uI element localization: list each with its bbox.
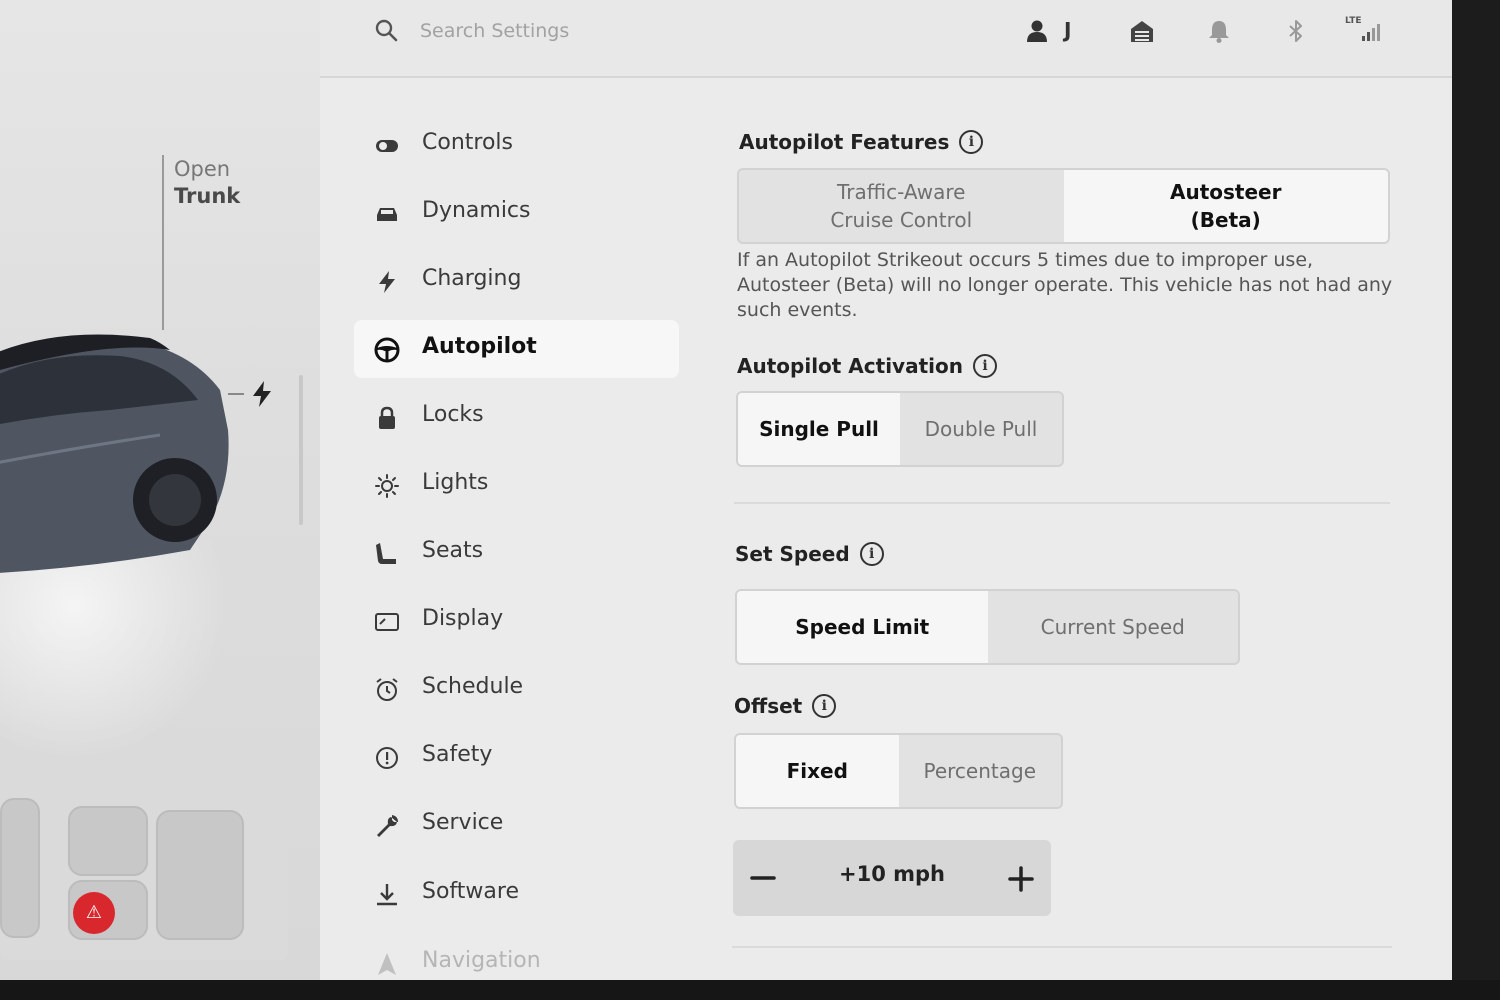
steering-wheel-icon — [374, 337, 400, 363]
autopilot-activation-title: Autopilot Activation — [737, 354, 963, 378]
info-icon[interactable]: i — [859, 541, 884, 566]
seat-second-row-left-back — [68, 806, 148, 876]
option-autosteer-beta[interactable]: Autosteer (Beta) — [1063, 170, 1388, 242]
offset-value: +10 mph — [839, 862, 945, 886]
search-icon[interactable] — [374, 18, 398, 42]
top-bar: J LTE — [320, 0, 1452, 78]
option-current-speed[interactable]: Current Speed — [988, 591, 1239, 663]
nav-item-dynamics[interactable]: Dynamics — [354, 184, 679, 242]
option-single-pull[interactable]: Single Pull — [738, 393, 900, 465]
bolt-icon — [379, 271, 395, 293]
set-speed-title: Set Speed — [735, 542, 850, 566]
nav-label-seats: Seats — [422, 538, 484, 563]
seat-second-row-right — [156, 810, 244, 940]
download-icon — [377, 884, 397, 906]
nav-label-software: Software — [422, 879, 519, 904]
offset-title: Offset — [734, 694, 803, 718]
nav-item-locks[interactable]: Locks — [354, 388, 679, 446]
set-speed-selector: Speed Limit Current Speed — [735, 589, 1240, 665]
nav-item-charging[interactable]: Charging — [354, 252, 679, 310]
option-speed-limit[interactable]: Speed Limit — [737, 591, 988, 663]
trunk-label-line1: Open — [174, 157, 231, 181]
profile-initial[interactable]: J — [1064, 18, 1071, 42]
nav-item-lights[interactable]: Lights — [354, 456, 679, 514]
section-divider — [734, 502, 1390, 504]
offset-heading: Offset i — [734, 693, 837, 720]
nav-item-safety[interactable]: Safety — [354, 728, 679, 786]
autopilot-features-title: Autopilot Features — [739, 130, 950, 154]
seat-icon — [376, 543, 396, 564]
nav-label-lights: Lights — [422, 470, 489, 495]
nav-item-service[interactable]: Service — [354, 796, 679, 854]
screen-bezel-right — [1452, 0, 1500, 1000]
offset-stepper: +10 mph — [733, 840, 1051, 916]
option-traffic-aware-cruise-control[interactable]: Traffic-Aware Cruise Control — [739, 170, 1064, 242]
info-icon[interactable]: i — [959, 129, 984, 154]
minus-icon — [750, 876, 776, 880]
autopilot-activation-heading: Autopilot Activation i — [737, 353, 997, 380]
signal-icon — [1362, 24, 1380, 41]
car-view-panel: Open Trunk ⚠ — [0, 0, 320, 980]
screen-bezel-bottom — [0, 980, 1500, 1000]
garage-icon[interactable] — [1129, 18, 1155, 44]
info-icon[interactable]: i — [812, 693, 837, 718]
car-panel-scrollbar[interactable] — [299, 375, 303, 525]
nav-label-schedule: Schedule — [422, 674, 524, 699]
settings-panel: J LTE — [320, 0, 1452, 980]
open-trunk-button[interactable]: Open Trunk — [174, 156, 240, 210]
person-icon[interactable] — [1024, 18, 1050, 44]
seat-map — [0, 780, 288, 960]
decrease-offset-button[interactable] — [739, 854, 787, 902]
nav-item-display[interactable]: Display — [354, 592, 679, 650]
bluetooth-icon[interactable] — [1283, 18, 1309, 44]
nav-label-safety: Safety — [422, 742, 493, 767]
charge-port-indicator-line — [228, 393, 244, 395]
autopilot-activation-selector: Single Pull Double Pull — [736, 391, 1064, 467]
strikeout-description: If an Autopilot Strikeout occurs 5 times… — [737, 249, 1393, 321]
display-icon — [375, 613, 399, 631]
car-icon — [377, 208, 397, 221]
nav-item-navigation[interactable]: Navigation — [354, 934, 679, 980]
nav-label-controls: Controls — [422, 130, 513, 155]
charge-port-bolt-icon[interactable] — [250, 380, 274, 408]
autopilot-features-heading: Autopilot Features i — [739, 129, 984, 156]
alarm-icon — [376, 678, 398, 701]
trunk-indicator-line — [162, 155, 164, 330]
info-icon[interactable]: i — [973, 353, 997, 378]
seat-front-left — [0, 798, 40, 938]
nav-label-autopilot: Autopilot — [422, 334, 537, 359]
option-percentage[interactable]: Percentage — [899, 735, 1062, 807]
seatbelt-warning-icon: ⚠ — [73, 892, 115, 934]
wrench-icon — [377, 815, 398, 837]
increase-offset-button[interactable] — [997, 854, 1045, 902]
bell-icon[interactable] — [1206, 18, 1232, 44]
nav-label-charging: Charging — [422, 266, 522, 291]
nav-label-locks: Locks — [422, 402, 484, 427]
nav-item-controls[interactable]: Controls — [354, 116, 679, 174]
set-speed-heading: Set Speed i — [735, 541, 884, 568]
nav-item-autopilot[interactable]: Autopilot — [354, 320, 679, 378]
nav-label-navigation: Navigation — [422, 948, 541, 973]
autopilot-features-selector: Traffic-Aware Cruise Control Autosteer (… — [737, 168, 1390, 244]
nav-label-dynamics: Dynamics — [422, 198, 531, 223]
lock-icon — [379, 406, 395, 429]
nav-item-schedule[interactable]: Schedule — [354, 660, 679, 718]
nav-item-seats[interactable]: Seats — [354, 524, 679, 582]
nav-label-display: Display — [422, 606, 504, 631]
search-input[interactable] — [420, 14, 800, 48]
car-image — [0, 334, 229, 573]
nav-label-service: Service — [422, 810, 504, 835]
plus-icon — [1008, 866, 1034, 892]
nav-item-software[interactable]: Software — [354, 865, 679, 923]
option-double-pull[interactable]: Double Pull — [900, 393, 1062, 465]
trunk-label-line2: Trunk — [174, 184, 241, 208]
sun-icon — [375, 474, 399, 498]
offset-selector: Fixed Percentage — [734, 733, 1063, 809]
section-divider — [732, 946, 1392, 948]
toggle-icon — [376, 140, 398, 152]
option-fixed[interactable]: Fixed — [736, 735, 899, 807]
tesla-screen: Open Trunk ⚠ Search Settings J LTE Contr… — [0, 0, 1452, 980]
navigation-icon — [378, 953, 396, 975]
alert-icon — [376, 747, 398, 769]
